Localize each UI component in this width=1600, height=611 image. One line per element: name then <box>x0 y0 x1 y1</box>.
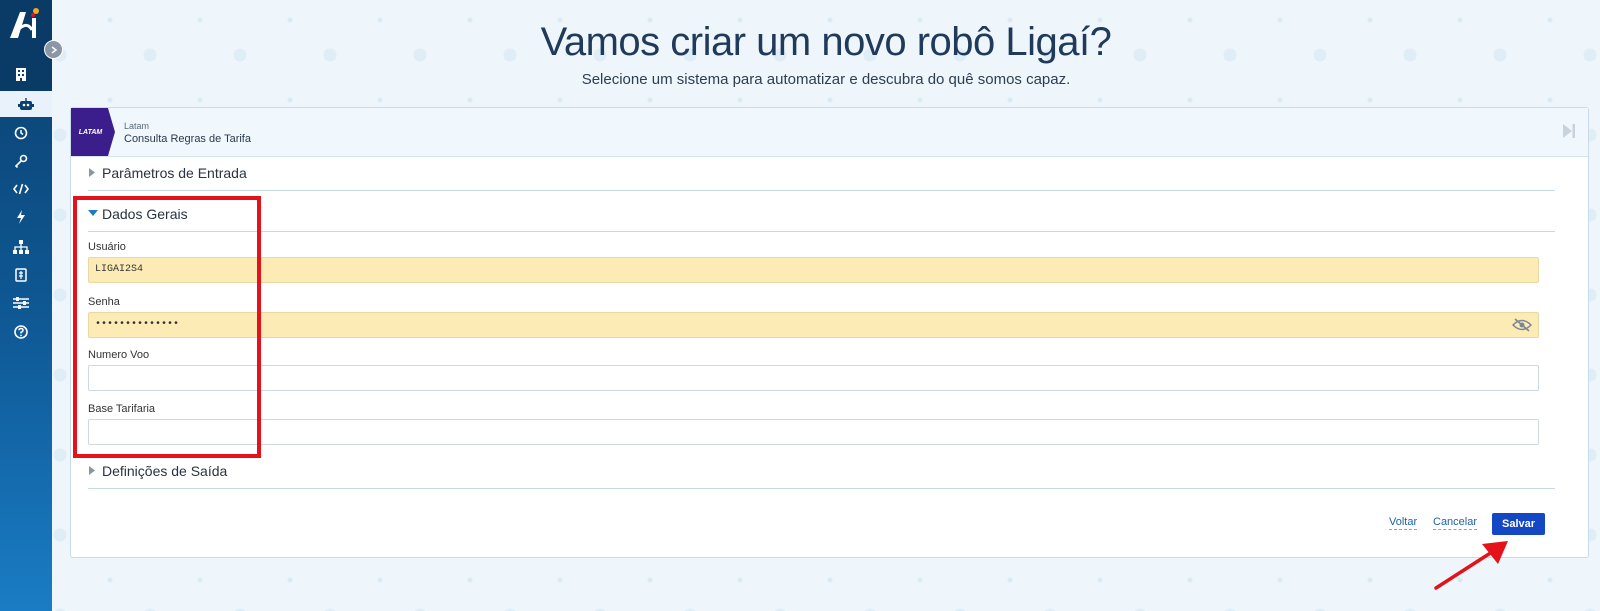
sidebar-item-code[interactable] <box>0 177 42 201</box>
sidebar-item-network[interactable] <box>0 235 42 259</box>
numero-voo-field[interactable] <box>88 365 1539 391</box>
help-icon <box>14 325 28 339</box>
section-label: Definições de Saída <box>102 463 228 479</box>
save-button[interactable]: Salvar <box>1492 513 1545 535</box>
invoice-icon <box>15 268 27 282</box>
sidebar-item-triggers[interactable] <box>0 205 42 229</box>
eye-slash-icon[interactable] <box>1512 318 1532 332</box>
senha-field[interactable]: •••••••••••••• <box>88 312 1539 338</box>
sidebar-item-settings[interactable] <box>0 291 42 315</box>
section-label: Parâmetros de Entrada <box>102 165 247 181</box>
red-arrow-annotation <box>1434 541 1508 590</box>
sliders-icon <box>13 297 29 309</box>
latam-logo: LATAM <box>71 108 115 156</box>
cancel-link[interactable]: Cancelar <box>1433 516 1478 530</box>
sidebar-item-robots[interactable] <box>0 91 52 117</box>
caret-right-icon <box>89 168 95 177</box>
key-icon <box>14 154 28 168</box>
back-link[interactable]: Voltar <box>1389 516 1418 530</box>
history-icon <box>14 126 28 140</box>
page-subtitle: Selecione um sistema para automatizar e … <box>581 71 1071 88</box>
lightning-icon <box>17 210 25 224</box>
robot-icon <box>18 97 34 110</box>
base-tarifaria-field[interactable] <box>88 419 1539 445</box>
highlight-annotation-box <box>73 196 261 458</box>
chevron-right-icon <box>51 45 57 54</box>
robot-config-card: LATAM Latam Consulta Regras de Tarifa Pa… <box>70 107 1589 558</box>
code-icon <box>13 183 29 195</box>
sidebar-item-help[interactable] <box>0 320 42 344</box>
sidebar-item-history[interactable] <box>0 121 42 145</box>
sidebar-collapse-button[interactable] <box>44 40 63 59</box>
provider-name: Latam <box>124 121 150 131</box>
sidebar-item-credentials[interactable] <box>0 149 42 173</box>
sidebar <box>0 0 63 611</box>
robot-name: Consulta Regras de Tarifa <box>124 133 251 145</box>
section-input-parameters[interactable]: Parâmetros de Entrada <box>88 156 1555 191</box>
sidebar-item-billing[interactable] <box>0 263 42 287</box>
page-title: Vamos criar um novo robô Ligaí? <box>540 20 1112 64</box>
skip-forward-icon[interactable] <box>1562 123 1576 139</box>
caret-right-icon <box>89 466 95 475</box>
sitemap-icon <box>13 240 29 254</box>
section-general-data[interactable]: Dados Gerais <box>88 197 1555 232</box>
usuario-field[interactable]: LIGAI2S4 <box>88 257 1539 283</box>
card-header: LATAM Latam Consulta Regras de Tarifa <box>71 108 1588 157</box>
section-output-definitions[interactable]: Definições de Saída <box>88 454 1555 489</box>
